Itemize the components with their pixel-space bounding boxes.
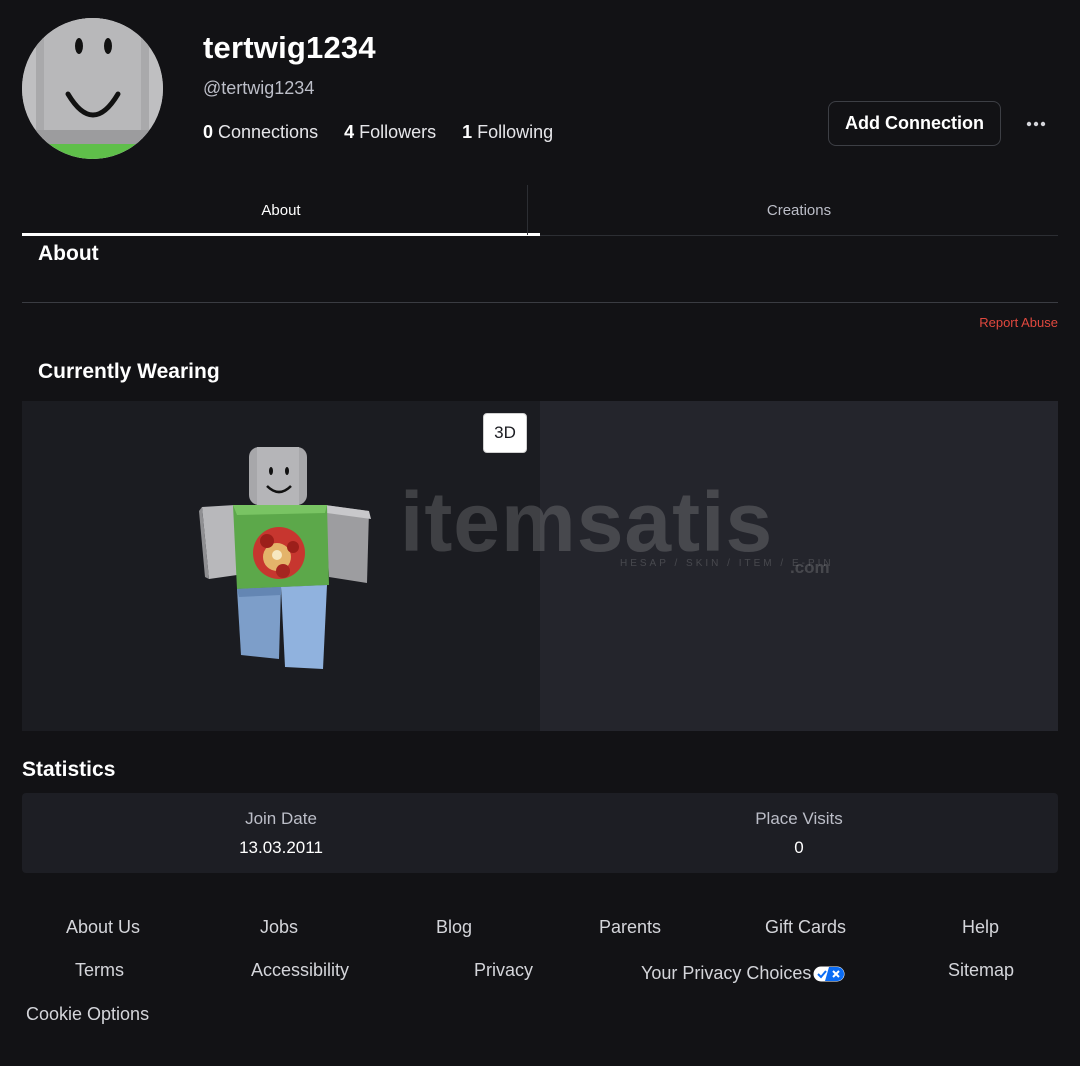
followers-label: Followers xyxy=(359,122,437,142)
tab-creations[interactable]: Creations xyxy=(540,185,1058,235)
join-date-label: Join Date xyxy=(245,808,317,828)
avatar-full-body-image xyxy=(199,447,371,669)
footer-jobs-link[interactable]: Jobs xyxy=(260,917,298,938)
footer-accessibility-link[interactable]: Accessibility xyxy=(251,960,349,981)
profile-tabs: About Creations xyxy=(22,185,1058,236)
footer-sitemap-link[interactable]: Sitemap xyxy=(948,960,1014,981)
statistics-heading: Statistics xyxy=(22,758,116,781)
footer-blog-link[interactable]: Blog xyxy=(436,917,472,938)
privacy-choices-label: Your Privacy Choices xyxy=(641,963,812,983)
social-stats: 0 Connections 4 Followers 1 Following xyxy=(203,122,579,143)
followers-link[interactable]: 4 Followers xyxy=(344,122,436,143)
privacy-choices-toggle-icon xyxy=(813,966,845,982)
connections-count: 0 xyxy=(203,122,214,142)
connections-link[interactable]: 0 Connections xyxy=(203,122,318,143)
more-options-button[interactable] xyxy=(1020,108,1052,140)
tab-about[interactable]: About xyxy=(22,185,540,236)
add-connection-button[interactable]: Add Connection xyxy=(828,101,1001,146)
place-visits-value: 0 xyxy=(794,837,804,857)
following-link[interactable]: 1 Following xyxy=(462,122,553,143)
statistics-panel: Join Date 13.03.2011 Place Visits 0 xyxy=(22,793,1058,873)
footer-cookie-options-link[interactable]: Cookie Options xyxy=(26,1004,149,1025)
ellipsis-icon xyxy=(1026,121,1046,127)
about-heading: About xyxy=(38,242,99,265)
footer-about-us-link[interactable]: About Us xyxy=(66,917,140,938)
place-visits-stat: Place Visits 0 xyxy=(540,793,1058,873)
currently-wearing-heading: Currently Wearing xyxy=(38,360,220,383)
following-count: 1 xyxy=(462,122,473,142)
followers-count: 4 xyxy=(344,122,355,142)
avatar-headshot-image xyxy=(22,18,163,159)
avatar-viewer[interactable]: 3D xyxy=(22,401,540,731)
currently-wearing-panel: 3D xyxy=(22,401,1058,731)
footer-privacy-link[interactable]: Privacy xyxy=(474,960,533,981)
wearing-items-panel xyxy=(540,401,1058,731)
footer-gift-cards-link[interactable]: Gift Cards xyxy=(765,917,846,938)
display-name: tertwig1234 xyxy=(203,30,376,65)
footer-parents-link[interactable]: Parents xyxy=(599,917,661,938)
footer-privacy-choices-link[interactable]: Your Privacy Choices xyxy=(641,963,845,984)
profile-avatar[interactable] xyxy=(22,18,163,159)
place-visits-label: Place Visits xyxy=(755,808,843,828)
join-date-stat: Join Date 13.03.2011 xyxy=(22,793,540,873)
tab-divider xyxy=(527,185,528,235)
username: @tertwig1234 xyxy=(203,78,315,98)
join-date-value: 13.03.2011 xyxy=(239,837,323,857)
about-divider xyxy=(22,302,1058,303)
footer-terms-link[interactable]: Terms xyxy=(75,960,124,981)
connections-label: Connections xyxy=(218,122,319,142)
footer-help-link[interactable]: Help xyxy=(962,917,999,938)
report-abuse-link[interactable]: Report Abuse xyxy=(979,315,1058,330)
following-label: Following xyxy=(477,122,554,142)
toggle-3d-button[interactable]: 3D xyxy=(483,413,527,453)
